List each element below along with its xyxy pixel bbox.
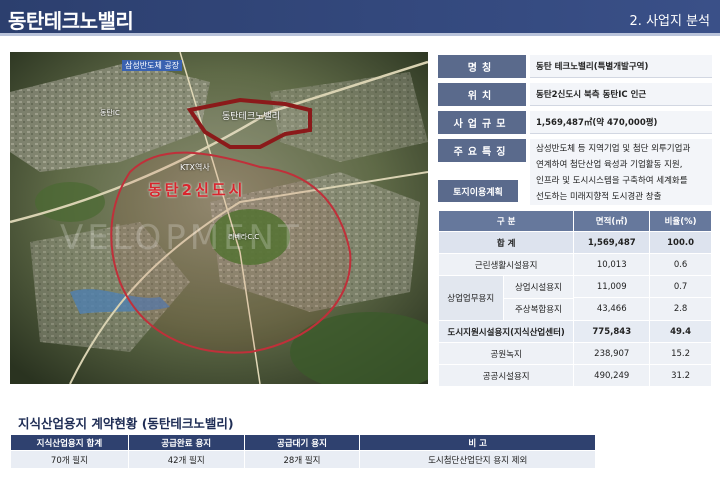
page-title: 동탄테크노밸리 — [8, 9, 134, 33]
row-label: 도시지원시설용지(지식산업센터) — [437, 320, 575, 343]
group-label: 상업업무용지 — [439, 276, 504, 320]
cell-note: 도시첨단산업단지 용지 제외 — [359, 450, 596, 469]
table-row: 합 계 1,569,487 100.0 — [437, 231, 712, 254]
row-label: 공공시설용지 — [437, 364, 575, 387]
col-header-area: 면적(㎡) — [573, 210, 651, 232]
row-ratio: 100.0 — [649, 231, 712, 254]
info-value-name: 동탄 테크노밸리(특별개발구역) — [530, 55, 712, 78]
info-key-name: 명칭 — [438, 55, 526, 78]
cell-supplied: 42개 필지 — [127, 450, 245, 469]
aerial-map-image: 삼성반도체 공장 동탄IC 동탄테크노밸리 KTX역사 동탄2신도시 리베라C.… — [10, 52, 428, 384]
row-area: 238,907 — [573, 342, 651, 365]
map-label-ic: 동탄IC — [100, 109, 120, 117]
info-key-features: 주요특징 — [438, 139, 526, 162]
table-row: 근린생활시설용지 10,013 0.6 — [437, 253, 712, 276]
commercial-subgroup: 상업업무용지 상업시설용지 주상복합용지 — [439, 276, 574, 320]
table-header-row: 구 분 면적(㎡) 비율(%) — [437, 210, 712, 232]
col-header-supplied: 공급완료 용지 — [127, 434, 245, 451]
row-area: 11,009 — [574, 276, 650, 298]
row-ratio: 49.4 — [649, 320, 712, 343]
row-ratio: 31.2 — [649, 364, 712, 387]
info-key-scale: 사업규모 — [438, 111, 526, 134]
cell-total: 70개 필지 — [10, 450, 129, 469]
row-area: 775,843 — [573, 320, 651, 343]
col-header-note: 비 고 — [359, 434, 596, 451]
row-ratio: 0.7 — [650, 276, 711, 298]
col-header-total: 지식산업용지 합계 — [10, 434, 129, 451]
row-area: 43,466 — [596, 304, 627, 314]
col-header-ratio: 비율(%) — [649, 210, 712, 232]
row-area: 1,569,487 — [573, 231, 651, 254]
row-area-group: 11,009 43,466 — [573, 275, 651, 321]
map-label-samsung: 삼성반도체 공장 — [122, 60, 183, 71]
table-row: 공공시설용지 490,249 31.2 — [437, 364, 712, 387]
map-label-techno-valley: 동탄테크노밸리 — [222, 112, 280, 122]
row-area: 490,249 — [573, 364, 651, 387]
map-label-ktx: KTX역사 — [180, 163, 210, 172]
landuse-title: 토지이용계획 — [438, 180, 518, 202]
row-label-group: 상업업무용지 상업시설용지 주상복합용지 — [437, 275, 575, 321]
row-ratio-group: 0.7 2.8 — [649, 275, 712, 321]
feature-line: 인프라 및 도시시스템을 구축하여 세계화를 — [536, 176, 688, 186]
row-label: 공원녹지 — [437, 342, 575, 365]
feature-line: 삼성반도체 등 지역기업 및 첨단 외투기업과 — [536, 144, 691, 154]
section-title: 2. 사업지 분석 — [629, 14, 710, 29]
table-header-row: 지식산업용지 합계 공급완료 용지 공급대기 용지 비 고 — [10, 434, 596, 451]
header-bar: 동탄테크노밸리 2. 사업지 분석 — [0, 0, 720, 36]
row-ratio: 15.2 — [649, 342, 712, 365]
info-value-scale: 1,569,487㎡(약 470,000평) — [530, 111, 712, 134]
table-row: 도시지원시설용지(지식산업센터) 775,843 49.4 — [437, 320, 712, 343]
row-label: 합 계 — [437, 231, 575, 254]
map-label-country-club: 리베라C.C — [228, 233, 260, 241]
map-label-dongtan2: 동탄2신도시 — [148, 181, 246, 199]
feature-line: 선도하는 미래지향적 도시경관 창출 — [536, 192, 662, 202]
table-row: 공원녹지 238,907 15.2 — [437, 342, 712, 365]
row-label: 주상복합용지 — [503, 298, 574, 320]
info-value-location: 동탄2신도시 북측 동탄IC 인근 — [530, 83, 712, 106]
info-key-location: 위치 — [438, 83, 526, 106]
features-text: 삼성반도체 등 지역기업 및 첨단 외투기업과 연계하여 첨단산업 육성과 기업… — [530, 139, 712, 205]
col-header-waiting: 공급대기 용지 — [243, 434, 361, 451]
col-header-category: 구 분 — [437, 210, 575, 232]
aerial-map-drawing — [10, 52, 428, 384]
contract-table: 지식산업용지 합계 공급완료 용지 공급대기 용지 비 고 70개 필지 42개… — [10, 434, 596, 469]
table-row: 70개 필지 42개 필지 28개 필지 도시첨단산업단지 용지 제외 — [10, 450, 596, 469]
cell-waiting: 28개 필지 — [243, 450, 361, 469]
contract-title: 지식산업용지 계약현황 (동탄테크노밸리) — [18, 416, 234, 431]
table-row: 상업업무용지 상업시설용지 주상복합용지 11,009 43,466 0.7 2… — [437, 275, 712, 321]
feature-line: 연계하여 첨단산업 육성과 기업활동 지원, — [536, 160, 683, 170]
row-ratio: 0.6 — [649, 253, 712, 276]
row-label: 상업시설용지 — [503, 276, 574, 299]
row-label: 근린생활시설용지 — [437, 253, 575, 276]
row-area: 10,013 — [573, 253, 651, 276]
row-ratio: 2.8 — [673, 304, 688, 314]
landuse-table: 구 분 면적(㎡) 비율(%) 합 계 1,569,487 100.0 근린생활… — [437, 210, 712, 387]
